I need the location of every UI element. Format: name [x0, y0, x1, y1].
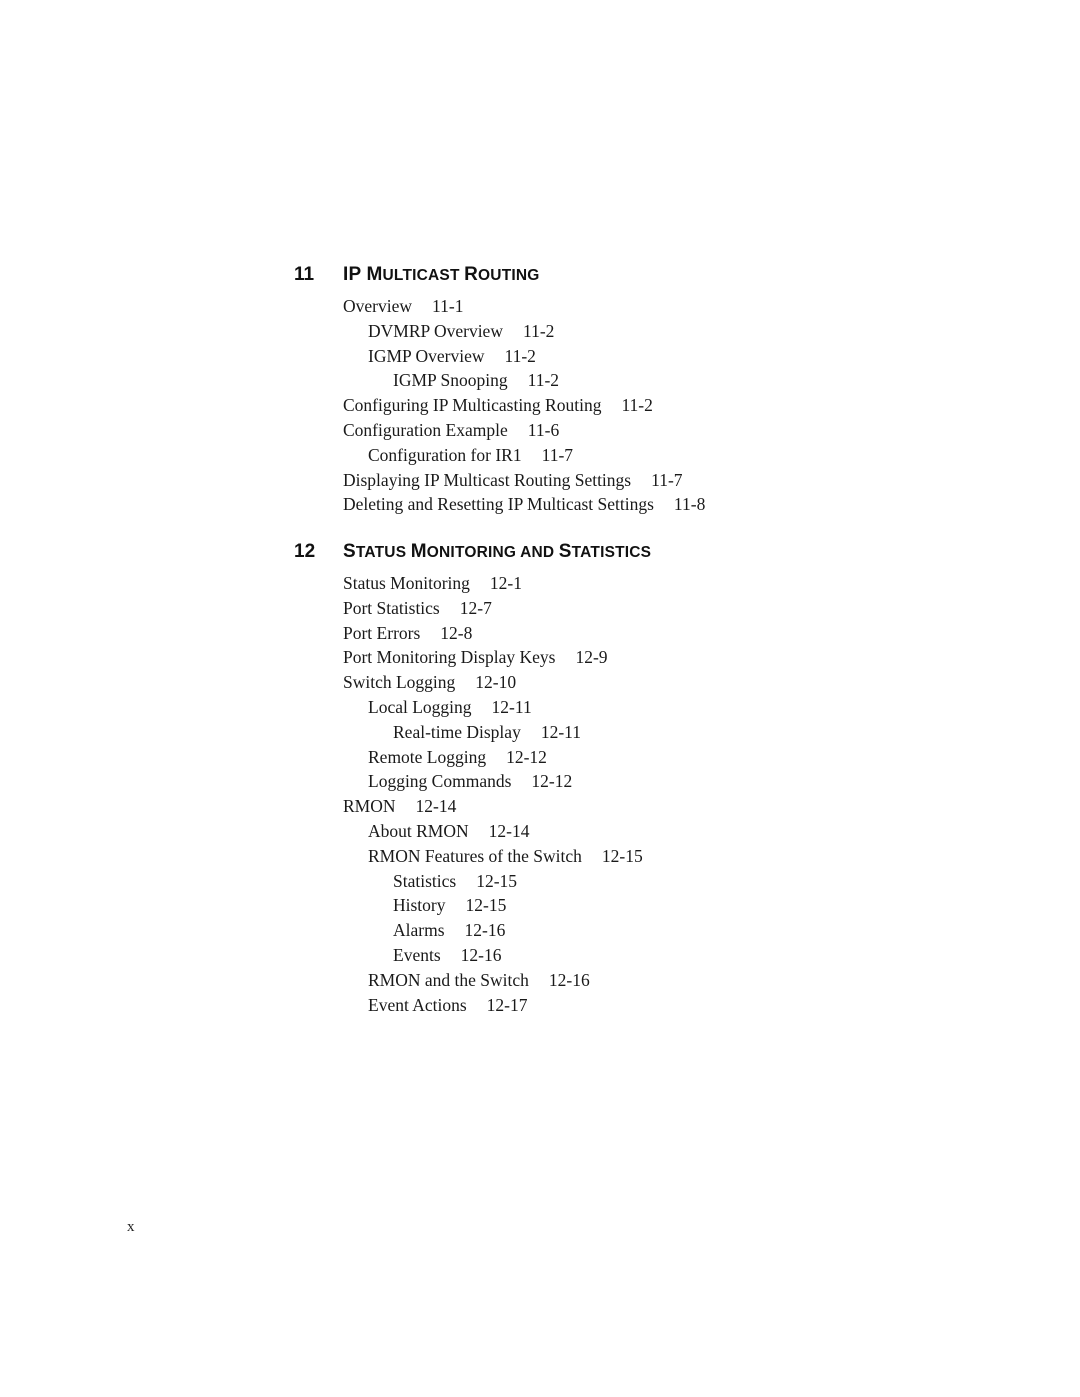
toc-entry-page: 12-14	[488, 820, 530, 841]
toc-entry-title: DVMRP Overview	[368, 320, 503, 341]
toc-entry-page: 12-7	[459, 597, 492, 618]
toc-entry[interactable]: Displaying IP Multicast Routing Settings…	[343, 468, 705, 493]
toc-entry-page: 11-1	[432, 296, 464, 316]
toc-entry-title: Port Errors	[343, 622, 421, 643]
toc-entry[interactable]: RMON Features of the Switch 12-15	[343, 844, 651, 869]
toc-entry-page: 11-2	[522, 320, 555, 341]
toc-entry-title: Displaying IP Multicast Routing Settings	[343, 469, 632, 490]
toc-entry[interactable]: Overview 11-1	[343, 294, 705, 319]
toc-entry[interactable]: History 12-15	[343, 893, 651, 918]
toc-entry-title: Port Statistics	[343, 597, 440, 618]
toc-entry-page: 12-16	[548, 969, 590, 990]
toc-entry[interactable]: Port Errors 12-8	[343, 621, 651, 646]
toc-entry-page: 12-11	[491, 696, 532, 717]
toc-entry-title: IGMP Overview	[368, 345, 485, 366]
chapter-12: 12 STATUS MONITORING AND STATISTICS Stat…	[294, 541, 651, 1017]
toc-entry-page: 11-6	[527, 419, 560, 440]
toc-entry[interactable]: Event Actions 12-17	[343, 993, 651, 1018]
toc-entry-title: Configuration Example	[343, 419, 508, 440]
toc-entry[interactable]: IGMP Overview 11-2	[343, 344, 705, 369]
toc-entry-title: RMON Features of the Switch	[368, 845, 582, 866]
chapter-title: IP MULTICAST ROUTING	[343, 264, 540, 285]
toc-entry-title: Port Monitoring Display Keys	[343, 647, 556, 668]
toc-entry-title: IGMP Snooping	[393, 370, 508, 391]
toc-entry[interactable]: Port Statistics 12-7	[343, 596, 651, 621]
toc-entry[interactable]: Configuration Example 11-6	[343, 418, 705, 443]
toc-entry[interactable]: IGMP Snooping 11-2	[343, 368, 705, 393]
toc-entry[interactable]: Configuring IP Multicasting Routing 11-2	[343, 393, 705, 418]
toc-entry[interactable]: Deleting and Resetting IP Multicast Sett…	[343, 492, 705, 517]
toc-entry-page: 12-16	[460, 944, 502, 965]
toc-entry-page: 11-2	[621, 395, 653, 416]
toc-entry-title: Configuration for IR1	[368, 444, 522, 465]
toc-entry-page: 12-12	[506, 746, 547, 767]
toc-entry[interactable]: Local Logging 12-11	[343, 695, 651, 720]
toc-entries: Overview 11-1 DVMRP Overview 11-2 IGMP Overv…	[343, 294, 705, 517]
page-folio: x	[127, 1219, 135, 1235]
toc-entry-title: Configuring IP Multicasting Routing	[343, 395, 602, 416]
toc-entry-title: Overview	[343, 296, 413, 316]
toc-entry[interactable]: Switch Logging 12-10	[343, 670, 651, 695]
toc-entry[interactable]: About RMON 12-14	[343, 819, 651, 844]
toc-entry[interactable]: Configuration for IR1 11-7	[343, 443, 705, 468]
toc-entry-title: Remote Logging	[368, 746, 487, 767]
toc-entry-page: 12-12	[531, 771, 573, 792]
toc-entry-page: 12-14	[415, 796, 457, 817]
toc-entry-page: 12-17	[486, 994, 528, 1015]
toc-entry-page: 12-15	[465, 895, 507, 916]
toc-entry[interactable]: Real-time Display 12-11	[343, 720, 651, 745]
toc-entry-page: 12-8	[440, 622, 473, 643]
toc-entry-title: History	[393, 895, 446, 916]
chapter-heading: 12 STATUS MONITORING AND STATISTICS	[294, 541, 651, 571]
toc-entry-title: Events	[393, 944, 441, 965]
toc-entry-title: Deleting and Resetting IP Multicast Sett…	[343, 494, 654, 515]
chapter-number: 12	[294, 541, 316, 562]
chapter-title: STATUS MONITORING AND STATISTICS	[343, 541, 652, 562]
toc-entry-title: Logging Commands	[368, 771, 512, 792]
toc-entry-page: 12-15	[476, 870, 518, 891]
chapter-heading: 11 IP MULTICAST ROUTING	[294, 264, 705, 294]
toc-entry-title: About RMON	[368, 820, 469, 841]
toc-entry[interactable]: Events 12-16	[343, 943, 651, 968]
toc-entry-page: 11-7	[651, 469, 683, 490]
toc-entry-page: 11-2	[527, 370, 560, 391]
toc-entry-page: 12-11	[540, 721, 582, 742]
toc-entry[interactable]: DVMRP Overview 11-2	[343, 319, 705, 344]
toc-entry[interactable]: Statistics 12-15	[343, 869, 651, 894]
toc-entry[interactable]: RMON and the Switch 12-16	[343, 968, 651, 993]
toc-entry-title: RMON and the Switch	[368, 969, 529, 990]
toc-entry-title: Switch Logging	[343, 672, 456, 693]
toc-entry-title: Statistics	[393, 870, 457, 891]
toc-entry-title: Real-time Display	[393, 721, 521, 742]
toc-entry[interactable]: Alarms 12-16	[343, 918, 651, 943]
toc-entry-title: Alarms	[393, 920, 445, 941]
chapter-number: 11	[294, 264, 315, 285]
toc-entry-page: 12-10	[475, 672, 517, 693]
toc-entry-page: 11-2	[504, 345, 536, 366]
toc-entry-title: RMON	[343, 796, 396, 817]
toc-entry[interactable]: Port Monitoring Display Keys 12-9	[343, 645, 651, 670]
toc-entry-page: 12-1	[489, 573, 522, 593]
toc-entry-title: Event Actions	[368, 994, 467, 1015]
toc-entry[interactable]: Status Monitoring 12-1	[343, 571, 651, 596]
chapter-11: 11 IP MULTICAST ROUTING Overview 11-1 DVMR…	[294, 264, 705, 517]
toc-entry-page: 12-15	[601, 845, 643, 866]
toc-entry-title: Status Monitoring	[343, 573, 470, 593]
toc-entry-page: 11-8	[673, 494, 706, 515]
toc-entry-page: 12-16	[464, 920, 506, 941]
toc-entries: Status Monitoring 12-1 Port Statistics 12-7…	[343, 571, 651, 1017]
toc-entry-title: Local Logging	[368, 696, 472, 717]
toc-entry[interactable]: Remote Logging 12-12	[343, 745, 651, 770]
toc-entry-page: 11-7	[541, 444, 574, 465]
toc-entry[interactable]: RMON 12-14	[343, 794, 651, 819]
toc-entry[interactable]: Logging Commands 12-12	[343, 769, 651, 794]
toc-entry-page: 12-9	[575, 647, 608, 668]
